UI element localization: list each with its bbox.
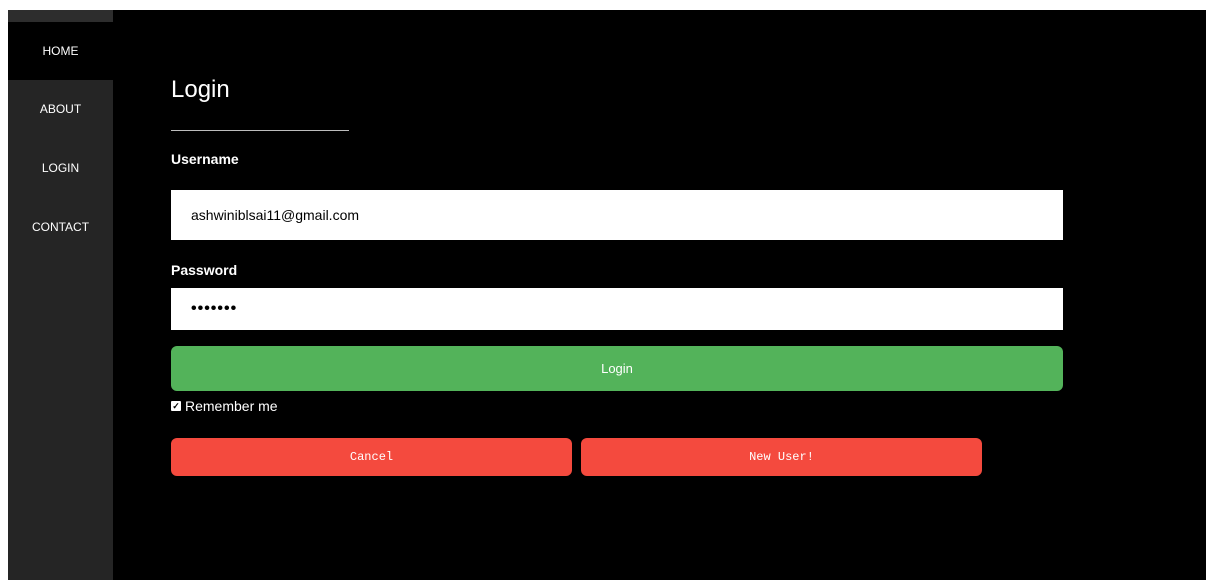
remember-me-checkbox[interactable]: ✓ xyxy=(171,401,181,411)
page-title: Login xyxy=(171,76,230,103)
sidebar-item-label: ABOUT xyxy=(39,102,82,116)
username-label: Username xyxy=(171,151,239,167)
new-user-button[interactable]: New User! xyxy=(581,438,982,476)
cancel-button[interactable]: Cancel xyxy=(171,438,572,476)
password-field[interactable] xyxy=(171,288,1063,330)
app-frame: HOME ABOUT LOGIN CONTACT Login Username … xyxy=(8,10,1206,580)
sidebar: HOME ABOUT LOGIN CONTACT xyxy=(8,10,113,580)
sidebar-item-label: LOGIN xyxy=(41,161,80,175)
password-label: Password xyxy=(171,262,238,278)
login-button[interactable]: Login xyxy=(171,346,1063,391)
title-divider xyxy=(171,130,349,131)
sidebar-item-contact[interactable]: CONTACT xyxy=(8,198,113,256)
remember-me: ✓ Remember me xyxy=(171,398,278,414)
remember-me-label: Remember me xyxy=(185,398,278,414)
sidebar-item-label: HOME xyxy=(42,44,79,58)
username-field[interactable] xyxy=(171,190,1063,240)
login-form: Login Username Password Login ✓ Remember… xyxy=(113,10,1206,580)
sidebar-item-login[interactable]: LOGIN xyxy=(8,139,113,197)
sidebar-item-about[interactable]: ABOUT xyxy=(8,80,113,138)
sidebar-top-strip xyxy=(8,10,113,22)
sidebar-item-home[interactable]: HOME xyxy=(8,22,113,80)
sidebar-item-label: CONTACT xyxy=(31,220,90,234)
